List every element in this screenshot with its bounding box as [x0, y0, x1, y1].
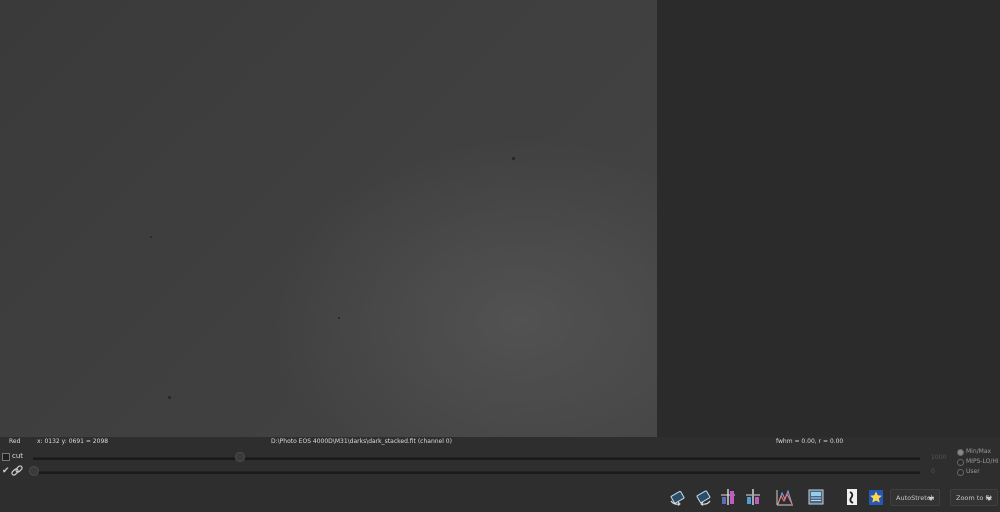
image-canvas-area[interactable] — [0, 0, 1000, 437]
status-bar: Red x: 0132 y: 0691 = 2098 D:\Photo EOS … — [0, 437, 1000, 447]
cut-checkbox[interactable] — [2, 453, 10, 461]
radio-user-dot[interactable] — [957, 469, 964, 476]
file-path: D:\Photo EOS 4000D\M31\darks\dark_stacke… — [271, 438, 452, 445]
lo-slider-handle[interactable] — [29, 466, 39, 476]
range-mode-group: Min/Max MIPS-LO/HI User — [955, 447, 1000, 477]
zoom-dropdown[interactable]: Zoom to fit — [950, 489, 998, 506]
lo-row: ✔ 0 — [0, 465, 960, 479]
check-icon[interactable]: ✔ — [2, 466, 10, 476]
image-speck — [512, 157, 515, 160]
rotate-right-icon[interactable] — [693, 487, 713, 507]
radio-minmax-dot[interactable] — [957, 449, 964, 456]
hi-slider-track[interactable] — [33, 457, 920, 460]
negative-icon[interactable] — [842, 487, 862, 507]
radio-mips-label: MIPS-LO/HI — [966, 458, 999, 465]
mirror-x-icon[interactable] — [718, 487, 738, 507]
image-speck — [150, 236, 152, 238]
radio-user-label: User — [966, 468, 980, 475]
radio-mips-dot[interactable] — [957, 459, 964, 466]
lo-slider-track[interactable] — [33, 471, 920, 474]
radio-mips[interactable]: MIPS-LO/HI — [955, 457, 1000, 467]
hi-value: 1000 — [931, 454, 947, 461]
link-icon[interactable] — [10, 464, 24, 478]
pixel-coordinates: x: 0132 y: 0691 = 2098 — [37, 438, 109, 445]
display-controls: cut 1000 ✔ 0 Min/Max MIPS-LO/HI User Aut… — [0, 447, 1000, 512]
image-speck — [338, 317, 340, 319]
chevron-down-icon — [986, 497, 992, 501]
histogram-icon[interactable] — [775, 487, 795, 507]
cut-label: cut — [12, 452, 24, 460]
mirror-y-icon[interactable] — [743, 487, 763, 507]
channel-label: Red — [9, 438, 21, 445]
image-info-icon[interactable] — [806, 487, 826, 507]
cut-row: cut 1000 — [0, 450, 960, 464]
hi-slider-handle[interactable] — [235, 452, 245, 462]
image-display[interactable] — [0, 0, 657, 437]
lo-value: 0 — [931, 468, 935, 475]
radio-minmax-label: Min/Max — [966, 448, 992, 455]
radio-user[interactable]: User — [955, 467, 1000, 477]
radio-minmax[interactable]: Min/Max — [955, 447, 1000, 457]
color-mode-icon[interactable] — [866, 487, 886, 507]
rotate-left-icon[interactable] — [668, 487, 688, 507]
stretch-dropdown[interactable]: AutoStretch — [890, 489, 940, 506]
fwhm-readout: fwhm = 0.00, r = 0.00 — [776, 438, 844, 445]
chevron-down-icon — [928, 497, 934, 501]
image-speck — [168, 396, 171, 399]
